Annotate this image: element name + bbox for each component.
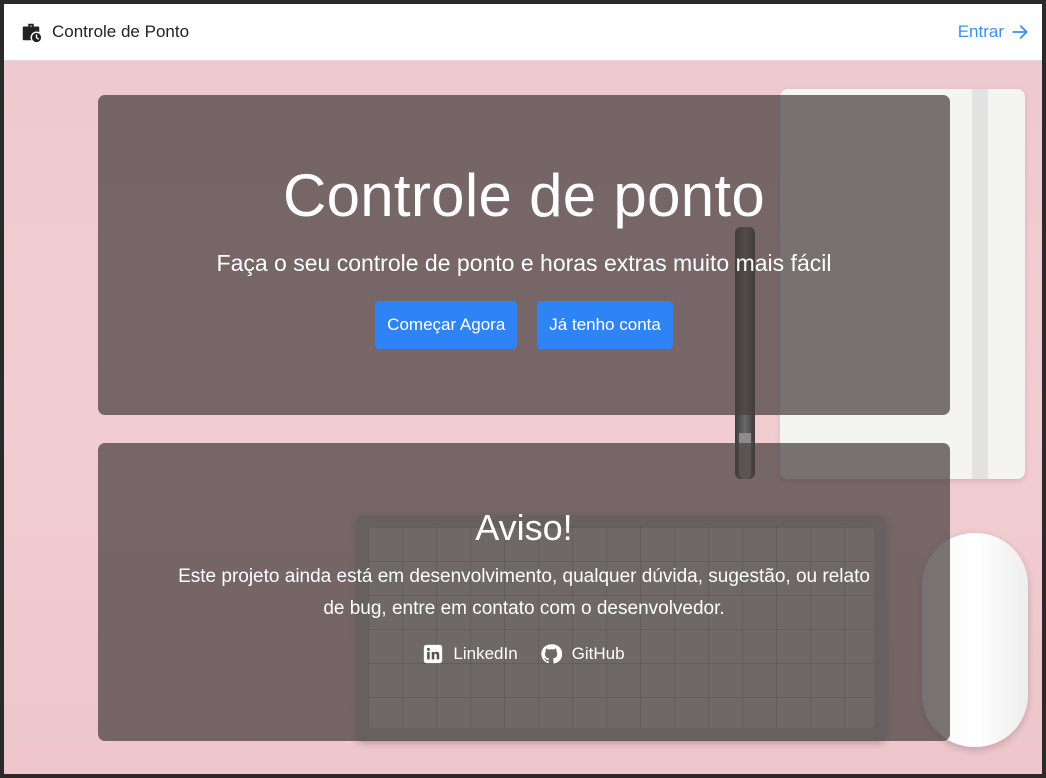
login-link[interactable]: Entrar	[958, 22, 1030, 42]
github-label: GitHub	[571, 644, 625, 663]
linkedin-link[interactable]: LinkedIn	[423, 643, 518, 665]
notice-message: Este projeto ainda está em desenvolvimen…	[178, 566, 870, 619]
hero-actions: Começar Agora Já tenho conta	[98, 301, 950, 349]
brand-link[interactable]: Controle de Ponto	[20, 21, 189, 43]
app-window: Controle de Ponto Entrar Controle de pon…	[4, 4, 1042, 774]
start-now-button[interactable]: Começar Agora	[375, 301, 518, 349]
hero-card: Controle de ponto Faça o seu controle de…	[98, 95, 950, 415]
hero-subtitle: Faça o seu controle de ponto e horas ext…	[216, 250, 832, 276]
navbar: Controle de Ponto Entrar	[4, 4, 1042, 61]
have-account-button[interactable]: Já tenho conta	[537, 301, 673, 349]
linkedin-label: LinkedIn	[453, 644, 518, 663]
notice-card: Aviso! Este projeto ainda está em desenv…	[98, 443, 950, 741]
login-label: Entrar	[957, 22, 1004, 41]
notice-title: Aviso!	[475, 507, 573, 548]
arrow-right-icon	[1012, 25, 1028, 39]
github-link[interactable]: GitHub	[540, 643, 625, 665]
briefcase-clock-icon	[22, 23, 42, 43]
linkedin-icon	[424, 644, 443, 664]
brand-title: Controle de Ponto	[52, 22, 190, 41]
github-icon	[540, 644, 562, 664]
contact-links: LinkedIn GitHub	[98, 643, 950, 665]
hero-title: Controle de ponto	[282, 162, 766, 229]
